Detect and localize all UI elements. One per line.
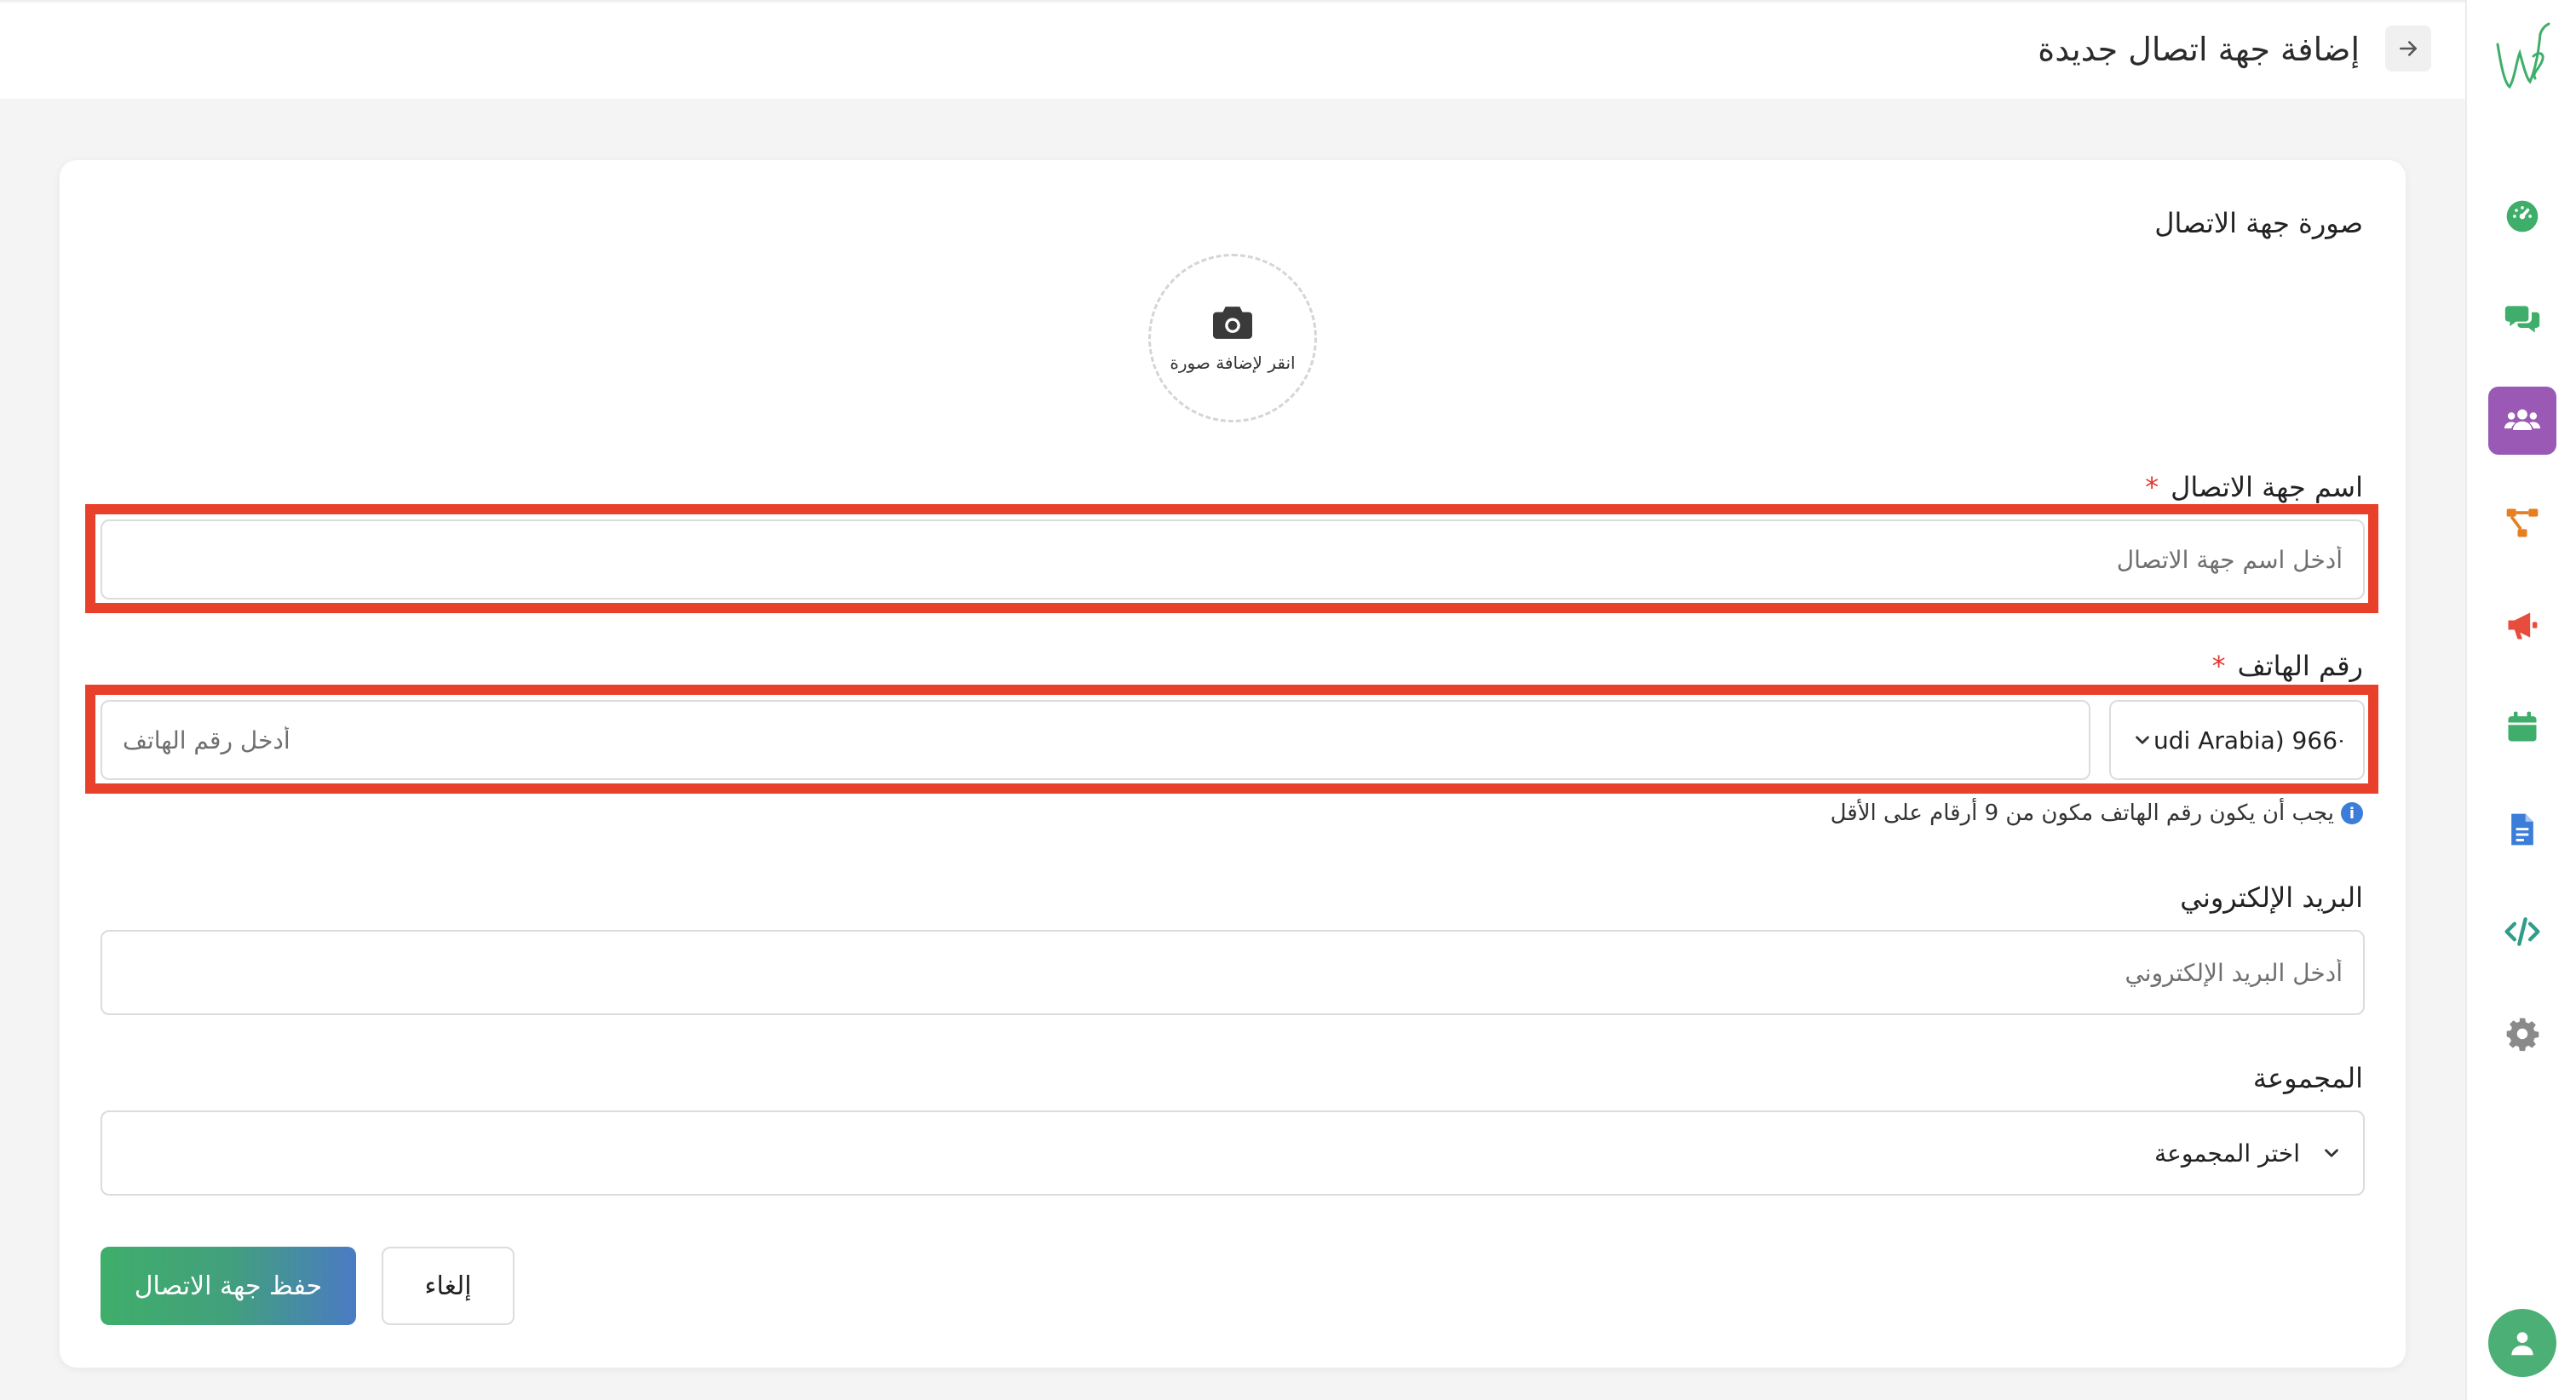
group-select[interactable]: اختر المجموعة <box>101 1110 2365 1196</box>
sidebar <box>2465 0 2576 1400</box>
dashboard-gauge-icon <box>2506 200 2539 232</box>
user-avatar[interactable] <box>2488 1309 2556 1377</box>
chat-bubbles-icon <box>2504 306 2540 333</box>
phone-hint-text: يجب أن يكون رقم الهاتف مكون من 9 أرقام ع… <box>1830 800 2334 826</box>
required-asterisk: * <box>2211 650 2226 682</box>
camera-icon <box>1213 307 1252 339</box>
group-select-value: اختر المجموعة <box>2154 1139 2300 1168</box>
group-label: المجموعة <box>2252 1062 2363 1094</box>
phone-number-input[interactable] <box>101 700 2090 780</box>
contacts-users-icon <box>2504 409 2541 430</box>
sidebar-item-dashboard[interactable] <box>2488 182 2556 250</box>
page-header: إضافة جهة اتصال جديدة <box>0 0 2465 99</box>
cancel-button[interactable]: إلغاء <box>382 1247 515 1325</box>
user-avatar-icon <box>2511 1332 2533 1356</box>
chevron-down-icon <box>2325 1149 2338 1157</box>
photo-upload[interactable]: انقر لإضافة صورة <box>1148 254 1317 422</box>
page-title: إضافة جهة اتصال جديدة <box>2038 31 2360 68</box>
save-contact-button[interactable]: حفظ جهة الاتصال <box>101 1247 356 1325</box>
country-code-select[interactable]: udi Arabia) 966+ <box>2109 700 2365 780</box>
name-label: اسم جهة الاتصال * <box>2145 467 2363 508</box>
sidebar-item-templates[interactable] <box>2488 795 2556 864</box>
gear-icon <box>2506 1018 2539 1052</box>
name-label-text: اسم جهة الاتصال <box>2171 471 2363 503</box>
back-button[interactable] <box>2385 26 2431 72</box>
info-icon: i <box>2341 802 2363 824</box>
sidebar-item-settings[interactable] <box>2488 1000 2556 1068</box>
sidebar-item-campaigns[interactable] <box>2488 591 2556 659</box>
document-icon <box>2511 813 2533 846</box>
email-label: البريد الإلكتروني <box>2180 881 2363 914</box>
phone-label: رقم الهاتف * <box>2212 645 2363 686</box>
phone-hint: i يجب أن يكون رقم الهاتف مكون من 9 أرقام… <box>1831 800 2363 826</box>
code-icon <box>2504 917 2540 946</box>
app-root: إضافة جهة اتصال جديدة صورة جهة الاتصال ا… <box>0 0 2576 1400</box>
megaphone-icon <box>2508 612 2538 640</box>
country-code-value: udi Arabia) 966+ <box>2153 726 2343 755</box>
phone-label-text: رقم الهاتف <box>2237 650 2363 682</box>
email-input[interactable] <box>101 930 2365 1015</box>
photo-upload-hint: انقر لإضافة صورة <box>1170 353 1296 373</box>
contact-form-card: صورة جهة الاتصال انقر لإضافة صورة اسم جه… <box>60 160 2406 1368</box>
sidebar-item-contacts[interactable] <box>2488 387 2556 455</box>
sidebar-item-calendar[interactable] <box>2488 693 2556 761</box>
sidebar-item-flows[interactable] <box>2488 489 2556 557</box>
calendar-icon <box>2508 711 2537 742</box>
chevron-down-icon <box>2136 736 2149 744</box>
flow-diagram-icon <box>2506 508 2539 537</box>
arrow-right-icon <box>2400 41 2417 56</box>
contact-name-input[interactable] <box>101 519 2365 600</box>
required-asterisk: * <box>2145 471 2159 503</box>
sidebar-item-developer[interactable] <box>2488 898 2556 966</box>
photo-label: صورة جهة الاتصال <box>2154 207 2363 239</box>
sidebar-item-chats[interactable] <box>2488 284 2556 353</box>
brand-logo[interactable] <box>2489 19 2556 95</box>
